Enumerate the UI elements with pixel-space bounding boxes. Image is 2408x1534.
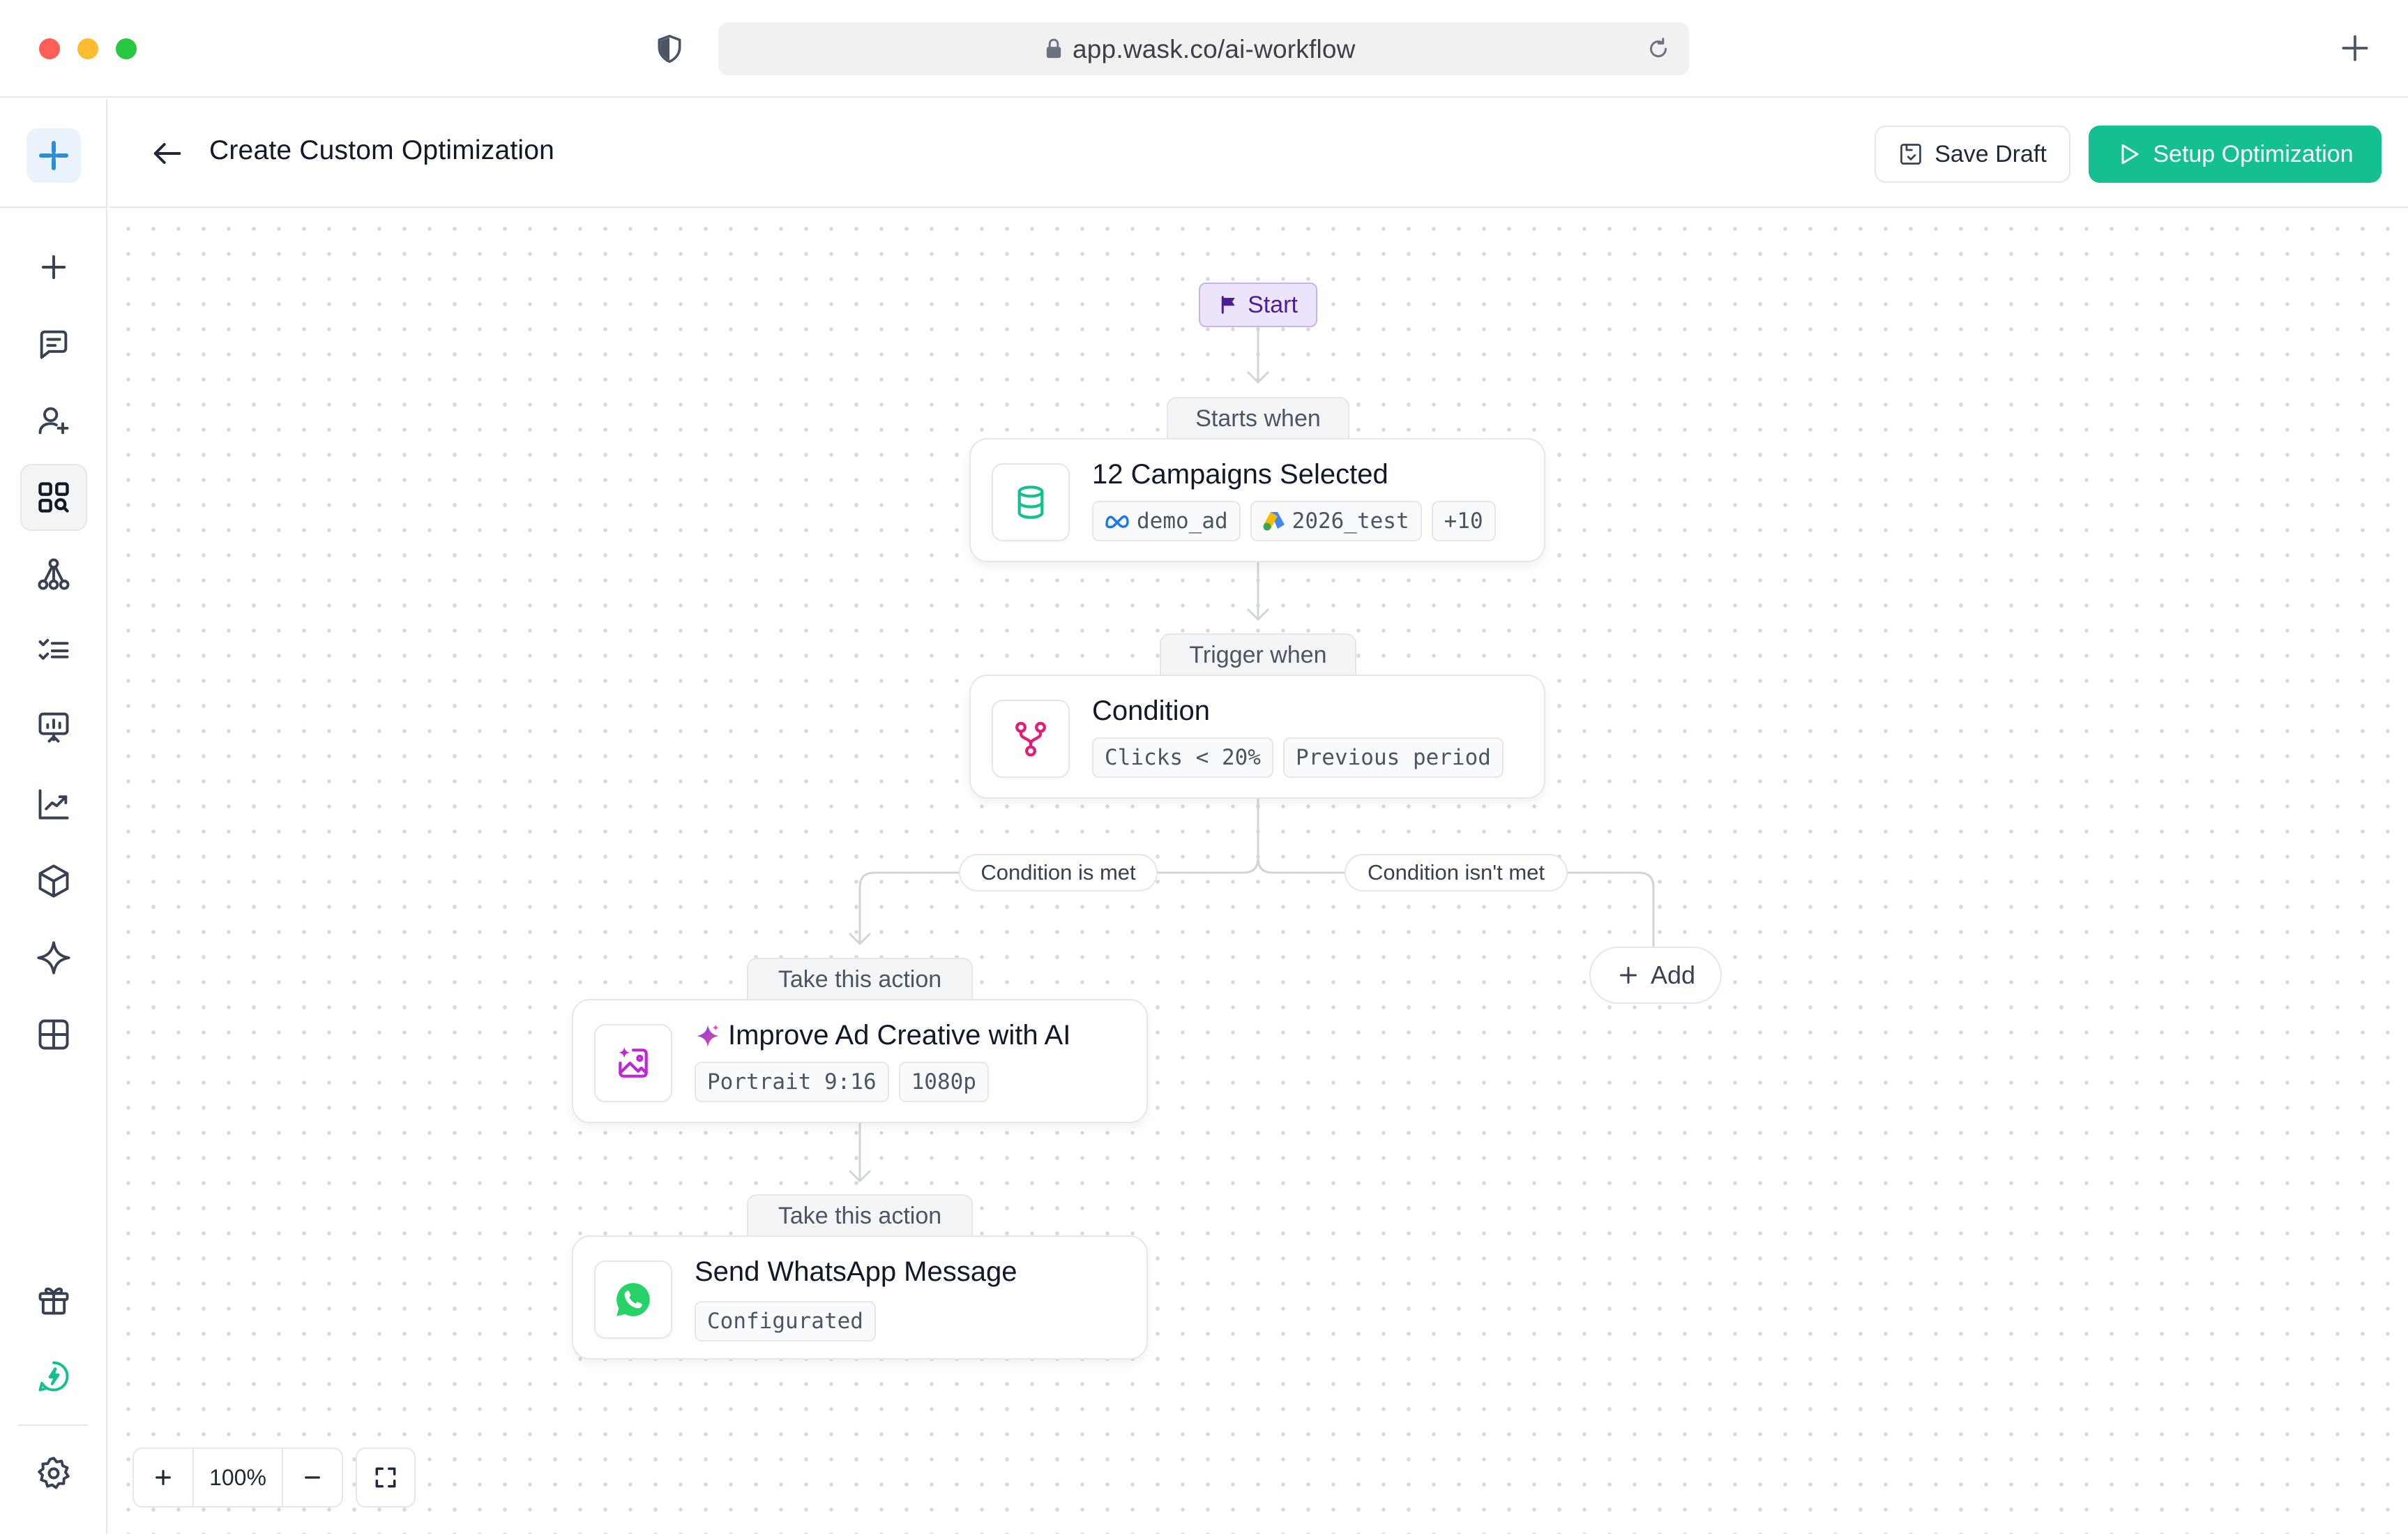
condition-chips: Clicks < 20% Previous period xyxy=(1092,737,1504,778)
database-icon xyxy=(1017,486,1044,519)
campaigns-node[interactable]: 12 Campaigns Selected demo_ad 2026_test … xyxy=(969,438,1545,562)
flag-icon xyxy=(1221,296,1235,314)
start-label: Start xyxy=(1248,291,1298,318)
whatsapp-chips: Configurated xyxy=(695,1301,876,1341)
campaign-count-chip: +10 xyxy=(1431,501,1496,541)
campaigns-title: 12 Campaigns Selected xyxy=(1092,459,1388,490)
condition-chip: Previous period xyxy=(1282,737,1504,778)
campaign-chip: demo_ad xyxy=(1092,501,1241,541)
condition-chip: Clicks < 20% xyxy=(1092,737,1273,778)
starts-when-label: Starts when xyxy=(1167,397,1349,439)
whatsapp-icon xyxy=(616,1283,650,1316)
whatsapp-node[interactable]: Send WhatsApp Message Configurated xyxy=(572,1235,1148,1360)
zoom-in-button[interactable] xyxy=(134,1449,192,1506)
plus-icon xyxy=(156,1470,171,1485)
zoom-level: 100% xyxy=(192,1449,283,1506)
improve-creative-title: Improve Ad Creative with AI xyxy=(695,1020,1070,1051)
condition-met-label: Condition is met xyxy=(959,854,1158,892)
fit-view-button[interactable] xyxy=(356,1447,416,1507)
campaigns-icon-box xyxy=(992,463,1070,541)
take-action-label: Take this action xyxy=(747,958,973,1000)
campaigns-chips: demo_ad 2026_test +10 xyxy=(1092,501,1496,541)
condition-not-met-label: Condition isn't met xyxy=(1345,854,1568,892)
start-node[interactable]: Start xyxy=(1199,283,1317,327)
ai-image-icon-box xyxy=(594,1024,672,1102)
condition-node[interactable]: Condition Clicks < 20% Previous period xyxy=(969,675,1545,799)
condition-icon-box xyxy=(992,700,1070,778)
improve-creative-chips: Portrait 9:16 1080p xyxy=(695,1062,989,1102)
creative-chip: Portrait 9:16 xyxy=(695,1062,889,1102)
zoom-out-button[interactable] xyxy=(283,1449,342,1506)
improve-creative-node[interactable]: Improve Ad Creative with AI Portrait 9:1… xyxy=(572,999,1148,1123)
branch-icon xyxy=(1015,721,1046,757)
google-ads-icon xyxy=(1263,512,1285,531)
fullscreen-icon xyxy=(375,1467,396,1488)
zoom-controls: 100% xyxy=(132,1447,343,1507)
add-label: Add xyxy=(1650,961,1696,989)
meta-icon xyxy=(1105,515,1129,529)
add-action-button[interactable]: Add xyxy=(1589,947,1722,1004)
status-chip: Configurated xyxy=(695,1301,876,1341)
creative-chip: 1080p xyxy=(898,1062,989,1102)
whatsapp-title: Send WhatsApp Message xyxy=(695,1256,1017,1287)
minus-icon xyxy=(305,1476,320,1479)
ai-sparkle-icon xyxy=(697,1023,719,1047)
condition-title: Condition xyxy=(1092,695,1211,726)
whatsapp-icon-box xyxy=(594,1261,672,1339)
take-action-label: Take this action xyxy=(747,1194,973,1236)
plus-icon xyxy=(1619,967,1637,984)
ai-image-icon xyxy=(619,1046,648,1078)
campaign-chip: 2026_test xyxy=(1250,501,1422,541)
trigger-when-label: Trigger when xyxy=(1160,633,1356,675)
